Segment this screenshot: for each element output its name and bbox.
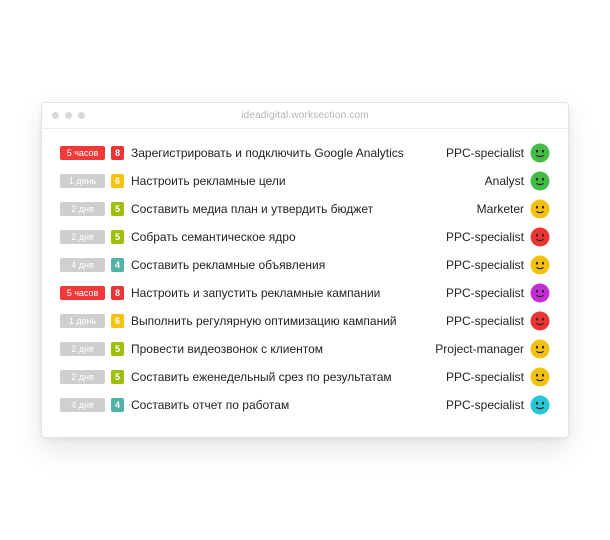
browser-window: ideadigital.worksection.com 5 часов 8 За… [41, 102, 569, 438]
avatar-face-icon[interactable] [530, 395, 550, 415]
task-title[interactable]: Зарегистрировать и подключить Google Ana… [131, 146, 404, 160]
duration-badge: 5 часов [60, 146, 105, 160]
window-titlebar: ideadigital.worksection.com [42, 103, 568, 129]
task-row[interactable]: 2 дня 5 Составить еженедельный срез по р… [60, 363, 552, 391]
duration-badge: 1 день [60, 314, 105, 328]
avatar-face-icon[interactable] [530, 227, 550, 247]
close-window-dot[interactable] [52, 112, 59, 119]
task-title[interactable]: Составить отчет по работам [131, 398, 289, 412]
priority-badge: 5 [111, 370, 124, 384]
duration-badge: 4 дня [60, 398, 105, 412]
assignee-name[interactable]: PPC-specialist [446, 370, 524, 384]
assignee-name[interactable]: PPC-specialist [446, 314, 524, 328]
task-title[interactable]: Настроить и запустить рекламные кампании [131, 286, 380, 300]
duration-badge: 2 дня [60, 202, 105, 216]
avatar-face-icon[interactable] [530, 339, 550, 359]
avatar-face-icon[interactable] [530, 311, 550, 331]
avatar-face-icon[interactable] [530, 283, 550, 303]
task-list: 5 часов 8 Зарегистрировать и подключить … [60, 139, 552, 419]
assignee-name[interactable]: Project-manager [435, 342, 524, 356]
priority-badge: 6 [111, 314, 124, 328]
task-title[interactable]: Настроить рекламные цели [131, 174, 286, 188]
priority-badge: 5 [111, 342, 124, 356]
minimize-window-dot[interactable] [65, 112, 72, 119]
priority-badge: 5 [111, 230, 124, 244]
task-row[interactable]: 1 день 6 Настроить рекламные цели Analys… [60, 167, 552, 195]
task-row[interactable]: 5 часов 8 Настроить и запустить рекламны… [60, 279, 552, 307]
task-row[interactable]: 4 дня 4 Составить отчет по работам PPC-s… [60, 391, 552, 419]
priority-badge: 8 [111, 146, 124, 160]
avatar-face-icon[interactable] [530, 171, 550, 191]
assignee-name[interactable]: PPC-specialist [446, 230, 524, 244]
task-title[interactable]: Составить рекламные объявления [131, 258, 325, 272]
maximize-window-dot[interactable] [78, 112, 85, 119]
avatar-face-icon[interactable] [530, 255, 550, 275]
priority-badge: 4 [111, 398, 124, 412]
task-row[interactable]: 2 дня 5 Собрать семантическое ядро PPC-s… [60, 223, 552, 251]
duration-badge: 2 дня [60, 342, 105, 356]
window-controls [52, 112, 85, 119]
assignee-name[interactable]: Marketer [477, 202, 524, 216]
task-row[interactable]: 4 дня 4 Составить рекламные объявления P… [60, 251, 552, 279]
assignee-name[interactable]: PPC-specialist [446, 286, 524, 300]
duration-badge: 4 дня [60, 258, 105, 272]
address-url: ideadigital.worksection.com [241, 110, 369, 121]
assignee-name[interactable]: PPC-specialist [446, 258, 524, 272]
task-title[interactable]: Составить медиа план и утвердить бюджет [131, 202, 373, 216]
duration-badge: 5 часов [60, 286, 105, 300]
assignee-name[interactable]: PPC-specialist [446, 146, 524, 160]
task-row[interactable]: 2 дня 5 Провести видеозвонок с клиентом … [60, 335, 552, 363]
task-row[interactable]: 5 часов 8 Зарегистрировать и подключить … [60, 139, 552, 167]
task-title[interactable]: Собрать семантическое ядро [131, 230, 296, 244]
duration-badge: 2 дня [60, 370, 105, 384]
duration-badge: 1 день [60, 174, 105, 188]
task-row[interactable]: 2 дня 5 Составить медиа план и утвердить… [60, 195, 552, 223]
assignee-name[interactable]: PPC-specialist [446, 398, 524, 412]
duration-badge: 2 дня [60, 230, 105, 244]
priority-badge: 4 [111, 258, 124, 272]
avatar-face-icon[interactable] [530, 143, 550, 163]
task-title[interactable]: Составить еженедельный срез по результат… [131, 370, 392, 384]
avatar-face-icon[interactable] [530, 367, 550, 387]
task-title[interactable]: Провести видеозвонок с клиентом [131, 342, 323, 356]
priority-badge: 5 [111, 202, 124, 216]
avatar-face-icon[interactable] [530, 199, 550, 219]
priority-badge: 8 [111, 286, 124, 300]
assignee-name[interactable]: Analyst [485, 174, 524, 188]
task-title[interactable]: Выполнить регулярную оптимизацию кампани… [131, 314, 397, 328]
task-row[interactable]: 1 день 6 Выполнить регулярную оптимизаци… [60, 307, 552, 335]
priority-badge: 6 [111, 174, 124, 188]
